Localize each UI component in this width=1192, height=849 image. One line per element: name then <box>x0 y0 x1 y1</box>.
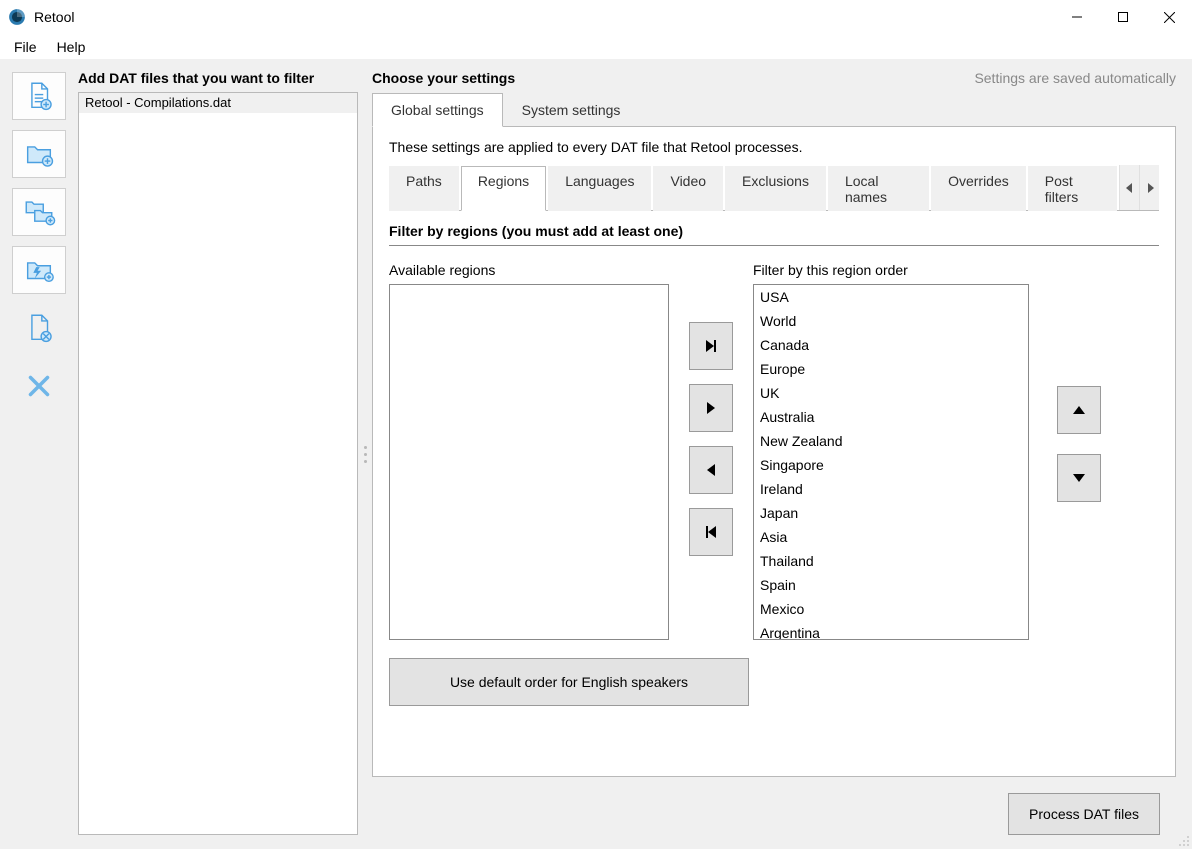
available-regions-label: Available regions <box>389 262 669 278</box>
region-option[interactable]: New Zealand <box>754 429 1028 453</box>
toolbar-add-file[interactable] <box>12 72 66 120</box>
menu-help[interactable]: Help <box>49 37 94 57</box>
maximize-button[interactable] <box>1100 1 1146 33</box>
region-option[interactable]: UK <box>754 381 1028 405</box>
resize-grip-icon[interactable] <box>1176 833 1190 847</box>
move-all-left-button[interactable] <box>689 508 733 556</box>
dat-file-item[interactable]: Retool - Compilations.dat <box>79 93 357 113</box>
left-toolbar <box>0 60 78 849</box>
top-tab-strip: Global settings System settings <box>372 92 1176 127</box>
region-option[interactable]: Singapore <box>754 453 1028 477</box>
splitter[interactable] <box>358 60 372 849</box>
region-option[interactable]: Thailand <box>754 549 1028 573</box>
menu-bar: File Help <box>0 34 1192 60</box>
subtab-regions[interactable]: Regions <box>461 166 546 211</box>
title-bar: Retool <box>0 0 1192 34</box>
subtab-paths[interactable]: Paths <box>389 166 459 211</box>
region-option[interactable]: Ireland <box>754 477 1028 501</box>
toolbar-add-folder-recursive[interactable] <box>12 188 66 236</box>
sub-tab-strip: Paths Regions Languages Video Exclusions… <box>389 165 1159 211</box>
region-option[interactable]: Canada <box>754 333 1028 357</box>
minimize-button[interactable] <box>1054 1 1100 33</box>
tab-scroll-right[interactable] <box>1139 165 1159 210</box>
move-all-right-button[interactable] <box>689 322 733 370</box>
subtab-post-filters[interactable]: Post filters <box>1028 166 1117 211</box>
region-option[interactable]: Japan <box>754 501 1028 525</box>
window-title: Retool <box>34 9 74 25</box>
available-regions-list[interactable] <box>389 284 669 640</box>
subtab-local-names[interactable]: Local names <box>828 166 929 211</box>
move-down-button[interactable] <box>1057 454 1101 502</box>
toolbar-add-folder[interactable] <box>12 130 66 178</box>
region-option[interactable]: USA <box>754 285 1028 309</box>
autosave-note: Settings are saved automatically <box>974 70 1176 86</box>
tab-scroll-left[interactable] <box>1119 165 1139 210</box>
dat-heading: Add DAT files that you want to filter <box>78 70 358 92</box>
move-up-button[interactable] <box>1057 386 1101 434</box>
region-option[interactable]: Australia <box>754 405 1028 429</box>
settings-description: These settings are applied to every DAT … <box>389 139 1159 155</box>
move-right-button[interactable] <box>689 384 733 432</box>
process-dat-button[interactable]: Process DAT files <box>1008 793 1160 835</box>
menu-file[interactable]: File <box>6 37 45 57</box>
region-section-title: Filter by regions (you must add at least… <box>389 223 1159 246</box>
tab-global-settings[interactable]: Global settings <box>372 93 503 127</box>
dat-panel: Add DAT files that you want to filter Re… <box>78 60 358 849</box>
region-option[interactable]: Europe <box>754 357 1028 381</box>
toolbar-add-folder-quick[interactable] <box>12 246 66 294</box>
subtab-overrides[interactable]: Overrides <box>931 166 1026 211</box>
settings-panel: Choose your settings Settings are saved … <box>372 60 1192 849</box>
region-option[interactable]: World <box>754 309 1028 333</box>
region-option[interactable]: Asia <box>754 525 1028 549</box>
default-order-button[interactable]: Use default order for English speakers <box>389 658 749 706</box>
transfer-buttons <box>689 322 733 556</box>
tab-system-settings[interactable]: System settings <box>503 93 640 127</box>
settings-heading: Choose your settings <box>372 70 515 86</box>
toolbar-clear-list[interactable] <box>12 362 66 410</box>
dat-file-list[interactable]: Retool - Compilations.dat <box>78 92 358 835</box>
reorder-buttons <box>1057 386 1101 502</box>
filter-order-label: Filter by this region order <box>753 262 1029 278</box>
app-icon <box>8 8 26 26</box>
toolbar-remove-file[interactable] <box>12 304 66 352</box>
close-button[interactable] <box>1146 1 1192 33</box>
region-option[interactable]: Mexico <box>754 597 1028 621</box>
move-left-button[interactable] <box>689 446 733 494</box>
subtab-languages[interactable]: Languages <box>548 166 651 211</box>
filter-order-list[interactable]: USAWorldCanadaEuropeUKAustraliaNew Zeala… <box>753 284 1029 640</box>
subtab-video[interactable]: Video <box>653 166 723 211</box>
region-option[interactable]: Spain <box>754 573 1028 597</box>
region-option[interactable]: Argentina <box>754 621 1028 640</box>
subtab-exclusions[interactable]: Exclusions <box>725 166 826 211</box>
